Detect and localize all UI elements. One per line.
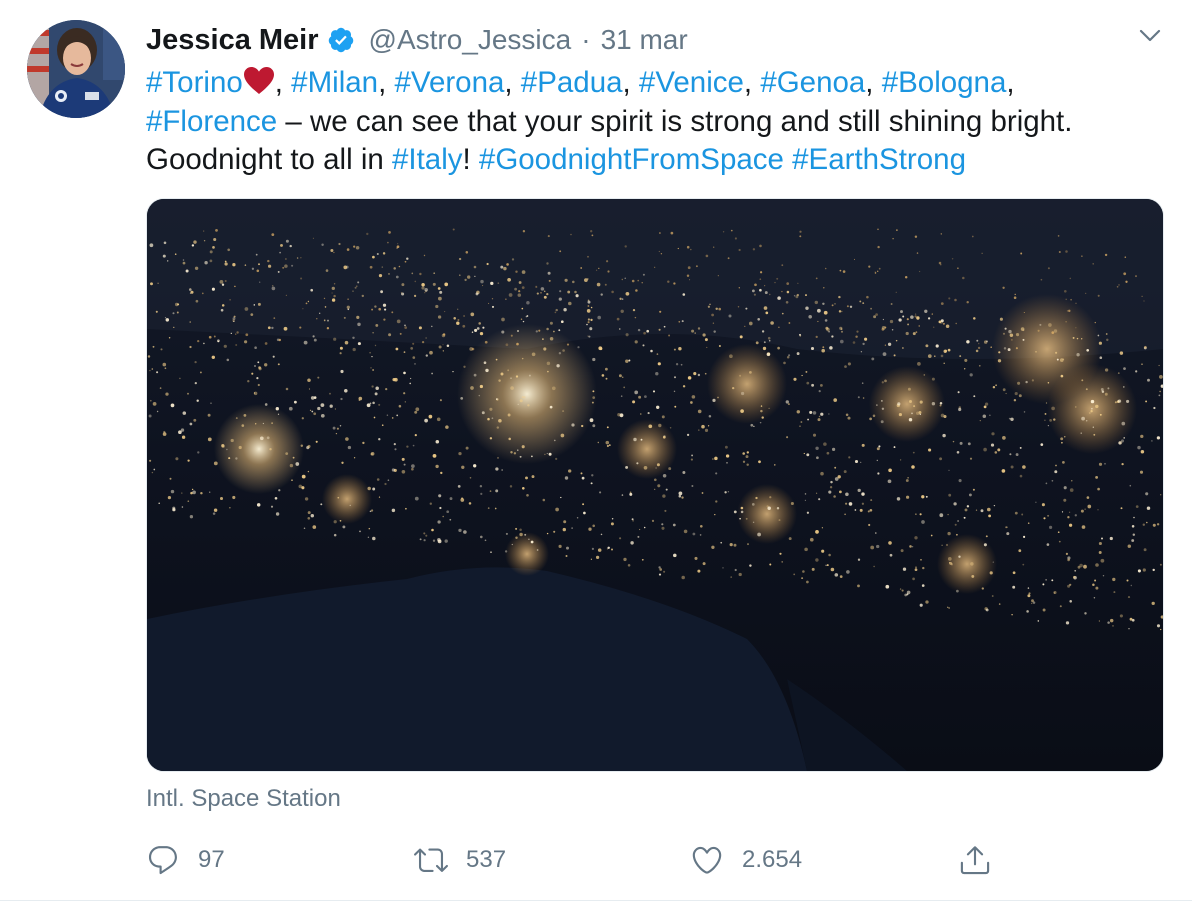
tweet-text: #Torino, #Milan, #Verona, #Padua, #Venic… bbox=[146, 64, 1166, 180]
astronaut-portrait bbox=[27, 20, 125, 118]
hashtag-venice[interactable]: #Venice bbox=[639, 66, 744, 99]
italy-night-photo bbox=[147, 199, 1163, 771]
text-fragment: Goodnight to all in bbox=[146, 143, 392, 176]
heart-icon bbox=[692, 846, 722, 874]
text-fragment: – we can see that your spirit is strong … bbox=[277, 104, 1073, 138]
verified-badge-icon bbox=[327, 26, 355, 54]
text-fragment: ! bbox=[462, 143, 479, 176]
hashtag-torino[interactable]: #Torino bbox=[146, 66, 243, 99]
text-fragment: , bbox=[865, 66, 882, 99]
tweet-card[interactable]: Jessica Meir @Astro_Jessica · 31 mar #To… bbox=[0, 0, 1192, 904]
hashtag-italy[interactable]: #Italy bbox=[392, 143, 463, 176]
tweet-header: Jessica Meir @Astro_Jessica · 31 mar bbox=[146, 22, 688, 58]
share-icon bbox=[960, 846, 990, 875]
divider bbox=[0, 900, 1192, 901]
reply-icon bbox=[148, 846, 177, 875]
like-button[interactable]: 2.654 bbox=[690, 838, 802, 882]
hashtag-goodnightfromspace[interactable]: #GoodnightFromSpace bbox=[479, 143, 784, 176]
retweet-count: 537 bbox=[466, 846, 507, 873]
text-fragment: , bbox=[504, 66, 521, 99]
red-heart-emoji bbox=[243, 66, 275, 96]
reply-button[interactable]: 97 bbox=[146, 838, 225, 882]
tweet-actions: 97 537 2.654 bbox=[146, 838, 1026, 882]
author-handle[interactable]: @Astro_Jessica bbox=[369, 24, 572, 56]
tweet-date[interactable]: 31 mar bbox=[601, 24, 688, 56]
hashtag-earthstrong[interactable]: #EarthStrong bbox=[792, 143, 966, 176]
hashtag-verona[interactable]: #Verona bbox=[394, 66, 504, 99]
text-fragment: , bbox=[1006, 66, 1015, 99]
share-button[interactable] bbox=[958, 838, 992, 882]
like-count: 2.654 bbox=[742, 846, 803, 873]
avatar[interactable] bbox=[27, 20, 125, 118]
text-fragment bbox=[784, 143, 792, 176]
hashtag-genoa[interactable]: #Genoa bbox=[760, 66, 865, 99]
hashtag-bologna[interactable]: #Bologna bbox=[882, 66, 1007, 99]
hashtag-florence[interactable]: #Florence bbox=[146, 105, 277, 138]
tweet-text-line-3: Goodnight to all in #Italy! #GoodnightFr… bbox=[146, 141, 1166, 180]
tweet-text-line-2: #Florence – we can see that your spirit … bbox=[146, 103, 1166, 142]
hashtag-padua[interactable]: #Padua bbox=[521, 66, 623, 99]
text-fragment: , bbox=[743, 66, 761, 99]
text-fragment: , bbox=[622, 66, 639, 99]
text-fragment: , bbox=[378, 66, 395, 99]
tweet-text-line-1: #Torino, #Milan, #Verona, #Padua, #Venic… bbox=[146, 64, 1166, 103]
retweet-icon bbox=[414, 848, 448, 872]
author-name[interactable]: Jessica Meir bbox=[146, 24, 319, 57]
location-label[interactable]: Intl. Space Station bbox=[146, 785, 341, 813]
reply-count: 97 bbox=[198, 846, 225, 873]
chevron-down-icon[interactable] bbox=[1138, 26, 1162, 46]
hashtag-milan[interactable]: #Milan bbox=[291, 66, 378, 99]
retweet-button[interactable]: 537 bbox=[414, 838, 506, 882]
separator-dot: · bbox=[581, 24, 591, 55]
text-fragment: , bbox=[274, 66, 292, 99]
tweet-photo[interactable] bbox=[146, 198, 1164, 772]
